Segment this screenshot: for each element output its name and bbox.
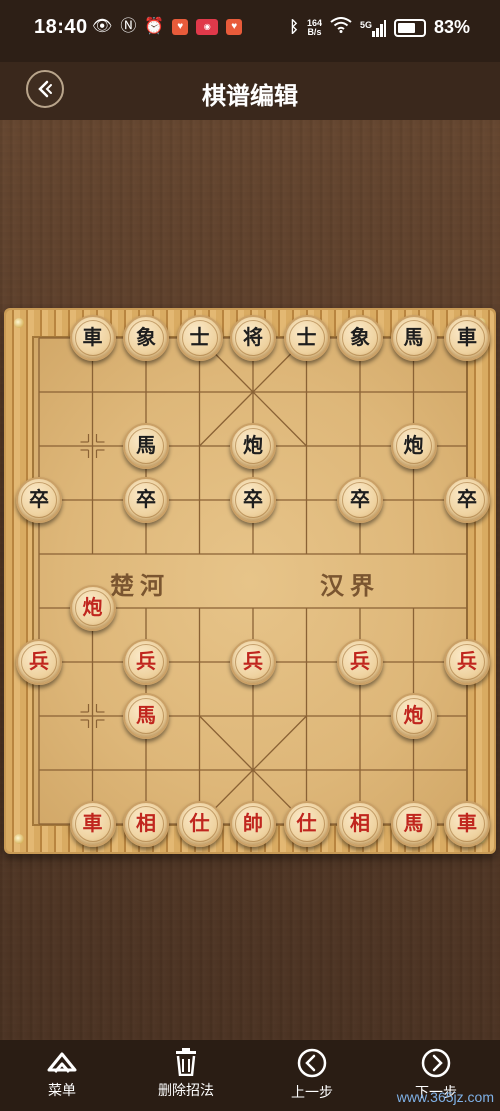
chess-piece-b-shi-r[interactable]: 士 — [283, 315, 330, 361]
chess-piece-b-xiang-r[interactable]: 象 — [337, 315, 383, 361]
piece-character: 炮 — [403, 703, 424, 727]
piece-character: 車 — [457, 325, 477, 349]
piece-character: 帥 — [243, 811, 263, 835]
previous-step-button[interactable]: 上一步 — [262, 1048, 362, 1102]
piece-character: 相 — [136, 811, 156, 835]
piece-character: 馬 — [136, 433, 156, 457]
trash-icon — [176, 1048, 196, 1076]
piece-character: 炮 — [82, 595, 103, 619]
delete-move-label: 删除招法 — [158, 1083, 214, 1099]
chess-piece-b-ma-l[interactable]: 馬 — [123, 423, 169, 469]
piece-character: 馬 — [403, 811, 424, 835]
chess-piece-b-ma-r[interactable]: 馬 — [390, 315, 437, 361]
chess-piece-b-xiang-l[interactable]: 象 — [123, 315, 169, 361]
chess-piece-b-zu-5[interactable]: 卒 — [444, 477, 490, 523]
chess-piece-b-zu-3[interactable]: 卒 — [230, 477, 276, 523]
chess-piece-r-shuai[interactable]: 帥 — [230, 801, 276, 847]
chess-piece-r-che-r[interactable]: 車 — [444, 801, 490, 847]
piece-character: 兵 — [29, 649, 49, 673]
piece-character: 象 — [350, 325, 370, 349]
chess-piece-r-bing-1[interactable]: 兵 — [16, 639, 62, 685]
piece-character: 兵 — [243, 649, 263, 673]
chess-piece-r-pao-r[interactable]: 炮 — [390, 693, 437, 739]
chess-piece-b-pao-l[interactable]: 炮 — [230, 423, 276, 469]
piece-character: 卒 — [136, 487, 156, 511]
piece-character: 兵 — [350, 649, 370, 673]
piece-character: 兵 — [457, 649, 477, 673]
chess-piece-b-che-r[interactable]: 車 — [444, 315, 490, 361]
pieces-layer: 車象士将士象馬車馬炮炮卒卒卒卒卒炮兵兵兵兵兵馬炮車相仕帥仕相馬車 — [0, 0, 500, 1111]
piece-character: 士 — [189, 325, 210, 349]
piece-character: 車 — [82, 811, 103, 835]
piece-character: 相 — [350, 811, 370, 835]
piece-character: 卒 — [29, 487, 49, 511]
chess-piece-b-zu-4[interactable]: 卒 — [337, 477, 383, 523]
chess-piece-r-ma-r[interactable]: 馬 — [390, 801, 437, 847]
piece-character: 仕 — [296, 811, 317, 835]
watermark: www.365jz.com — [396, 1089, 494, 1105]
chess-piece-r-xiang-l[interactable]: 相 — [123, 801, 169, 847]
piece-character: 将 — [243, 325, 263, 349]
piece-character: 炮 — [243, 433, 263, 457]
chess-piece-r-xiang-r[interactable]: 相 — [337, 801, 383, 847]
chess-piece-r-ma-l[interactable]: 馬 — [123, 693, 169, 739]
chess-piece-r-shi-r[interactable]: 仕 — [283, 801, 330, 847]
menu-label: 菜单 — [48, 1083, 76, 1099]
piece-character: 兵 — [136, 649, 156, 673]
chess-piece-b-shi-l[interactable]: 士 — [176, 315, 223, 361]
chess-piece-r-bing-5[interactable]: 兵 — [444, 639, 490, 685]
chess-piece-r-pao-l[interactable]: 炮 — [69, 585, 116, 631]
chess-piece-r-bing-2[interactable]: 兵 — [123, 639, 169, 685]
chess-piece-b-jiang[interactable]: 将 — [230, 315, 276, 361]
delete-move-button[interactable]: 删除招法 — [136, 1048, 236, 1100]
piece-character: 士 — [296, 325, 317, 349]
bottom-toolbar: 菜单 删除招法 上一步 下一步 www.365jz.com — [0, 1040, 500, 1111]
piece-character: 馬 — [403, 325, 424, 349]
piece-character: 卒 — [457, 487, 477, 511]
chevron-right-circle-icon — [421, 1048, 451, 1078]
chess-piece-r-bing-3[interactable]: 兵 — [230, 639, 276, 685]
menu-icon — [47, 1052, 77, 1073]
chess-piece-b-zu-1[interactable]: 卒 — [16, 477, 62, 523]
chess-piece-b-zu-2[interactable]: 卒 — [123, 477, 169, 523]
chevron-left-circle-icon — [297, 1048, 327, 1078]
piece-character: 馬 — [136, 703, 156, 727]
piece-character: 象 — [136, 325, 156, 349]
piece-character: 車 — [457, 811, 477, 835]
chess-piece-b-che-l[interactable]: 車 — [69, 315, 116, 361]
piece-character: 仕 — [189, 811, 210, 835]
chess-piece-r-che-l[interactable]: 車 — [69, 801, 116, 847]
chess-piece-r-bing-4[interactable]: 兵 — [337, 639, 383, 685]
menu-button[interactable]: 菜单 — [12, 1048, 112, 1100]
chess-piece-r-shi-l[interactable]: 仕 — [176, 801, 223, 847]
previous-step-label: 上一步 — [291, 1085, 333, 1101]
piece-character: 卒 — [350, 487, 370, 511]
piece-character: 卒 — [243, 487, 263, 511]
piece-character: 炮 — [403, 433, 424, 457]
piece-character: 車 — [82, 325, 103, 349]
chess-piece-b-pao-r[interactable]: 炮 — [390, 423, 437, 469]
